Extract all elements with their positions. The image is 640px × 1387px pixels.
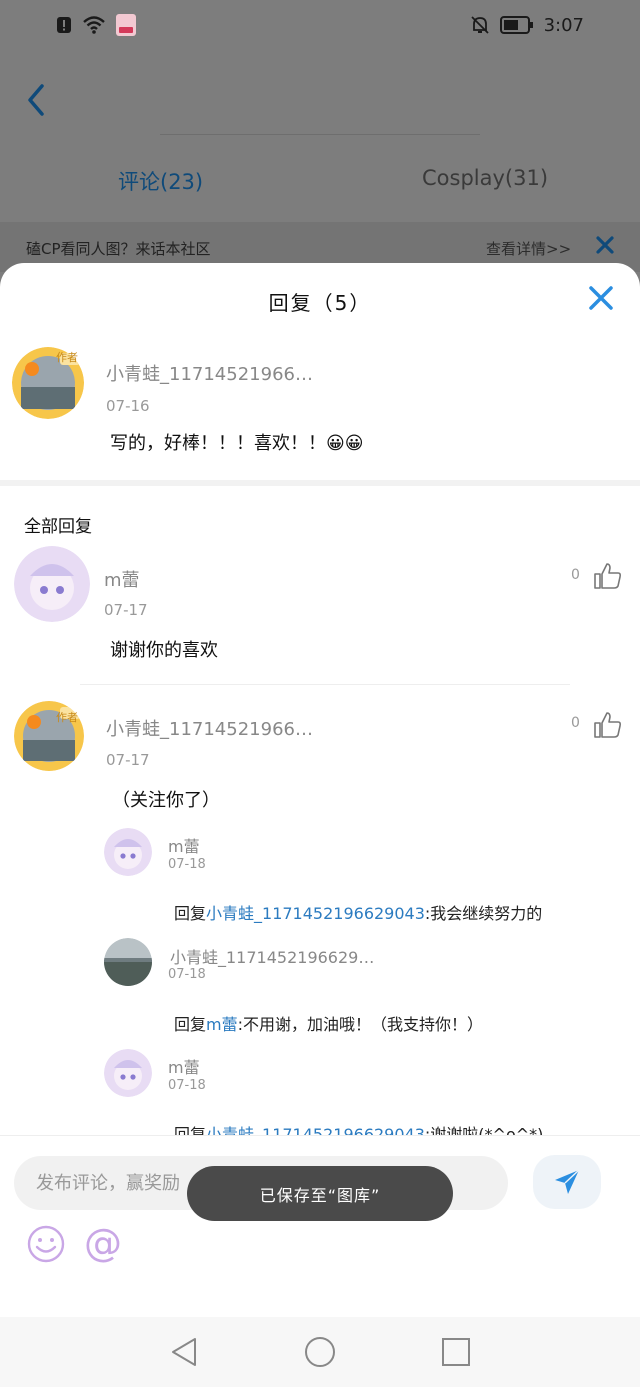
author-badge: 作者 — [56, 351, 78, 364]
nav-home-button[interactable] — [303, 1335, 337, 1369]
reply-1-text: 谢谢你的喜欢 — [110, 640, 218, 661]
status-bar: 3:07 — [0, 0, 640, 50]
sub-reply-3-username[interactable]: m蕾 — [168, 1054, 200, 1078]
status-time: 3:07 — [543, 14, 584, 36]
nav-back-button[interactable] — [167, 1335, 201, 1369]
send-icon — [555, 1169, 580, 1194]
reply-1-like-button[interactable] — [593, 561, 623, 591]
emoji-button[interactable] — [26, 1224, 66, 1264]
m-lei-avatar-image — [104, 828, 152, 876]
avatar-m-lei-small-2[interactable] — [104, 1049, 152, 1097]
reply-body: :我会继续努力的 — [424, 904, 543, 923]
avatar-m-lei[interactable] — [14, 546, 90, 622]
promo-banner-text: 磕CP看同人图？来话本社区 — [26, 240, 211, 258]
status-right: 3:07 — [470, 15, 584, 36]
status-left — [56, 14, 136, 36]
close-icon — [589, 286, 613, 310]
mute-icon — [470, 15, 490, 35]
mention-button[interactable]: @ — [82, 1222, 124, 1264]
square-recents-icon — [442, 1338, 470, 1366]
back-button[interactable] — [22, 80, 54, 120]
chevron-left-icon — [28, 84, 44, 116]
wifi-icon — [82, 15, 106, 35]
reply-2-date: 07-17 — [106, 751, 150, 769]
send-button[interactable] — [533, 1155, 601, 1209]
promo-banner-link[interactable]: 查看详情>> — [486, 238, 571, 259]
root-comment-date: 07-16 — [106, 397, 150, 415]
circle-home-icon — [305, 1337, 335, 1367]
comment-input-area: @ — [0, 1135, 640, 1317]
reply-2-like-button[interactable] — [593, 710, 623, 740]
reply-target-link[interactable]: 小青蛙_1171452196629043 — [206, 904, 425, 923]
sheet-close-button[interactable] — [586, 283, 616, 313]
sub-reply-1-username[interactable]: m蕾 — [168, 833, 200, 857]
sheet-title: 回复（5） — [268, 291, 372, 315]
system-nav-bar — [0, 1317, 640, 1387]
at-icon: @ — [84, 1221, 122, 1265]
sub-reply-3-date: 07-18 — [168, 1078, 206, 1093]
sub-reply-1-text: 回复小青蛙_1171452196629043:我会继续努力的 — [174, 900, 542, 924]
alert-icon — [56, 15, 72, 35]
saved-toast: 已保存至“图库” — [187, 1166, 453, 1221]
tab-comments[interactable]: 评论(23) — [118, 166, 203, 196]
thumbs-up-icon — [594, 563, 622, 589]
reply-prefix: 回复 — [174, 904, 207, 923]
sub-reply-2-username[interactable]: 小青蛙_1171452196629… — [170, 944, 374, 968]
reply-body: :不用谢，加油哦！（我支持你！） — [237, 1015, 484, 1034]
tab-cosplay[interactable]: Cosplay(31) — [422, 166, 548, 190]
section-separator — [0, 480, 640, 486]
reply-2-text: （关注你了） — [112, 790, 220, 811]
m-lei-avatar-image — [104, 1049, 152, 1097]
smiley-icon — [27, 1225, 65, 1263]
avatar-frog-small[interactable] — [104, 938, 152, 986]
reply-target-link[interactable]: m蕾 — [206, 1015, 238, 1034]
reply-1-username[interactable]: m蕾 — [104, 566, 140, 592]
sub-reply-1-date: 07-18 — [168, 857, 206, 872]
reply-prefix: 回复 — [174, 1015, 207, 1034]
reply-2-like-count: 0 — [571, 715, 580, 731]
root-comment-username[interactable]: 小青蛙_11714521966… — [106, 360, 313, 386]
author-badge: 作者 — [56, 711, 78, 724]
reply-1-like-count: 0 — [571, 567, 580, 583]
background-divider — [160, 134, 480, 135]
frog-avatar-image — [104, 938, 152, 986]
m-lei-avatar-image — [14, 546, 90, 622]
reply-1-date: 07-17 — [104, 601, 148, 619]
battery-icon — [499, 16, 534, 34]
sub-reply-2-text: 回复m蕾:不用谢，加油哦！（我支持你！） — [174, 1011, 483, 1035]
thumbs-up-icon — [594, 712, 622, 738]
sub-reply-2-date: 07-18 — [168, 967, 206, 982]
avatar-m-lei-small[interactable] — [104, 828, 152, 876]
triangle-back-icon — [172, 1338, 196, 1366]
reply-2-username[interactable]: 小青蛙_11714521966… — [106, 715, 313, 741]
all-replies-title: 全部回复 — [24, 517, 92, 537]
nav-recents-button[interactable] — [439, 1335, 473, 1369]
reply-divider — [80, 684, 570, 685]
banner-close-button[interactable] — [594, 234, 616, 256]
close-icon — [596, 236, 614, 254]
app-badge-icon — [116, 14, 136, 36]
root-comment-text: 写的，好棒！！！喜欢！！😀😀 — [110, 433, 364, 454]
